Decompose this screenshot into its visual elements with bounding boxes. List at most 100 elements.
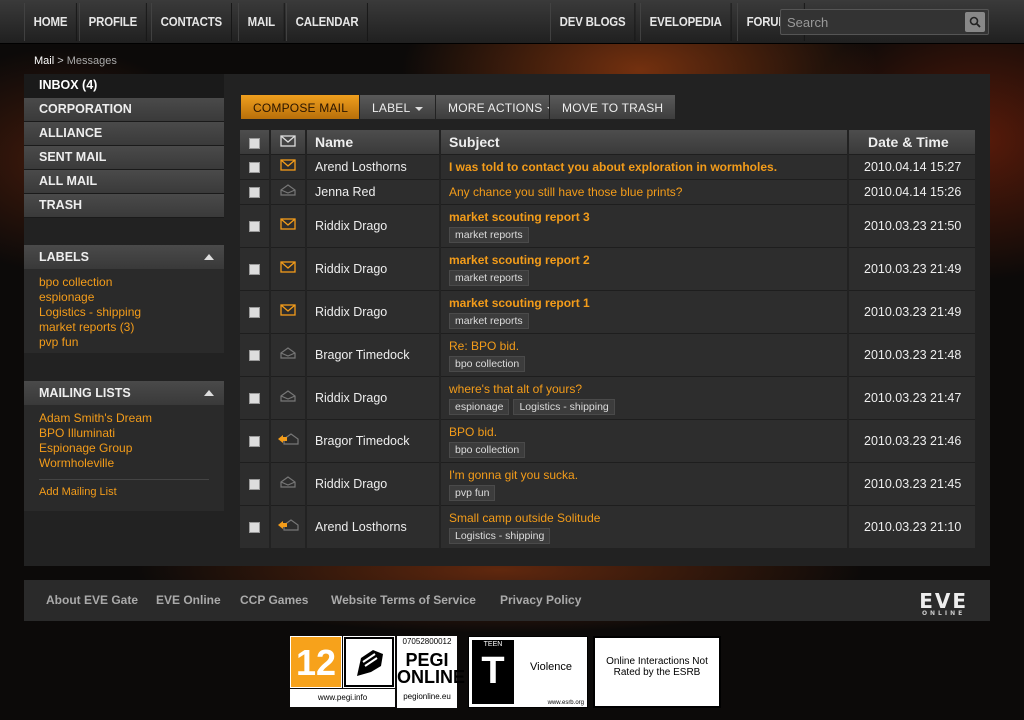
subject-link[interactable]: BPO bid.	[449, 424, 847, 440]
tag-list: bpo collection	[449, 355, 847, 372]
subject-link[interactable]: I'm gonna git you sucka.	[449, 467, 847, 483]
folder-alliance[interactable]: ALLIANCE	[24, 122, 224, 146]
label-tag[interactable]: market reports	[449, 226, 529, 243]
row-checkbox[interactable]	[249, 435, 260, 447]
more-actions-text: MORE ACTIONS	[448, 101, 543, 115]
table-row[interactable]: Riddix Drago I'm gonna git you sucka. pvp …	[240, 461, 975, 505]
compose-mail-button[interactable]: COMPOSE MAIL	[240, 94, 362, 120]
folder-inbox-4[interactable]: INBOX (4)	[24, 74, 224, 98]
nav-dev-blogs[interactable]: DEV BLOGS	[550, 3, 636, 41]
footer-link-website-terms-of-service[interactable]: Website Terms of Service	[331, 580, 476, 621]
unread-envelope-icon	[280, 304, 296, 319]
collapse-icon[interactable]	[204, 390, 214, 396]
subject-link[interactable]: market scouting report 1	[449, 295, 847, 311]
label-tag[interactable]: Logistics - shipping	[513, 398, 615, 415]
table-row[interactable]: Riddix Drago market scouting report 1 mark…	[240, 289, 975, 333]
table-row[interactable]: Riddix Drago market scouting report 2 mark…	[240, 246, 975, 290]
table-row[interactable]: Arend Losthorns Small camp outside Solitu…	[240, 504, 975, 548]
subject-cell: I was told to contact you about explorat…	[440, 153, 849, 179]
mailing-list-link-wormholeville[interactable]: Wormholeville	[24, 456, 224, 471]
sender-name: Bragor Timedock	[306, 418, 441, 462]
nav-evelopedia[interactable]: EVELOPEDIA	[639, 3, 732, 41]
label-tag[interactable]: Logistics - shipping	[449, 527, 551, 544]
breadcrumb-mail[interactable]: Mail	[34, 55, 54, 67]
nav-calendar[interactable]: CALENDAR	[285, 3, 368, 41]
tag-list: espionage Logistics - shipping	[449, 398, 847, 415]
label-tag[interactable]: market reports	[449, 312, 529, 329]
mailing-list-link-adam-smith-s-dream[interactable]: Adam Smith's Dream	[24, 411, 224, 426]
subject-link[interactable]: market scouting report 2	[449, 252, 847, 268]
date-column-header[interactable]: Date & Time	[848, 130, 975, 154]
sender-name: Riddix Drago	[306, 289, 441, 333]
row-checkbox[interactable]	[249, 186, 260, 198]
select-all-checkbox[interactable]	[249, 137, 260, 149]
table-row[interactable]: Bragor Timedock BPO bid. bpo collection 201…	[240, 418, 975, 462]
footer-link-about-eve-gate[interactable]: About EVE Gate	[46, 580, 138, 621]
nav-home[interactable]: HOME	[24, 3, 77, 41]
label-link-logistics-shipping[interactable]: Logistics - shipping	[24, 305, 224, 320]
subject-link[interactable]: Re: BPO bid.	[449, 338, 847, 354]
table-row[interactable]: Jenna Red Any chance you still have those…	[240, 178, 975, 204]
search-input[interactable]	[781, 10, 961, 34]
label-link-bpo-collection[interactable]: bpo collection	[24, 275, 224, 290]
label-tag[interactable]: market reports	[449, 269, 529, 286]
eve-online-logo[interactable]: EVE ONLINE	[919, 589, 968, 617]
folder-list: INBOX (4) CORPORATION ALLIANCE SENT MAIL ALL…	[24, 74, 224, 218]
label-tag[interactable]: bpo collection	[449, 441, 526, 458]
row-checkbox[interactable]	[249, 349, 260, 361]
table-row[interactable]: Arend Losthorns I was told to contact you…	[240, 153, 975, 179]
status-cell	[270, 289, 307, 333]
label-tag[interactable]: bpo collection	[449, 355, 526, 372]
subject-link[interactable]: market scouting report 3	[449, 209, 847, 225]
row-checkbox[interactable]	[249, 478, 260, 490]
move-to-trash-button[interactable]: MOVE TO TRASH	[549, 94, 677, 120]
label-tag[interactable]: espionage	[449, 398, 510, 415]
mailing-lists-header[interactable]: MAILING LISTS	[24, 381, 224, 405]
chevron-down-icon	[415, 106, 424, 111]
row-checkbox[interactable]	[249, 521, 260, 533]
folder-all-mail[interactable]: ALL MAIL	[24, 170, 224, 194]
footer-link-privacy-policy[interactable]: Privacy Policy	[500, 580, 581, 621]
label-link-pvp-fun[interactable]: pvp fun	[24, 335, 224, 350]
folder-sent-mail[interactable]: SENT MAIL	[24, 146, 224, 170]
label-dropdown-button[interactable]: LABEL	[359, 94, 437, 120]
add-mailing-list-link[interactable]: Add Mailing List	[39, 485, 209, 500]
label-link-espionage[interactable]: espionage	[24, 290, 224, 305]
label-tag[interactable]: pvp fun	[449, 484, 496, 501]
pegi-online-badge: 07052800012 PEGI ONLINE pegionline.eu	[397, 636, 466, 708]
row-checkbox[interactable]	[249, 306, 260, 318]
name-column-header[interactable]: Name	[306, 130, 441, 154]
subject-link[interactable]: Small camp outside Solitude	[449, 510, 847, 526]
subject-column-header[interactable]: Subject	[440, 130, 849, 154]
mailing-list-link-bpo-illuminati[interactable]: BPO Illuminati	[24, 426, 224, 441]
nav-profile[interactable]: PROFILE	[79, 3, 147, 41]
subject-link[interactable]: Any chance you still have those blue pri…	[449, 184, 847, 200]
footer-link-ccp-games[interactable]: CCP Games	[240, 580, 308, 621]
collapse-icon[interactable]	[204, 254, 214, 260]
footer-link-eve-online[interactable]: EVE Online	[156, 580, 221, 621]
pegi-online-line2: ONLINE	[397, 667, 466, 687]
row-checkbox[interactable]	[249, 161, 260, 173]
sender-name: Riddix Drago	[306, 461, 441, 505]
folder-trash[interactable]: TRASH	[24, 194, 224, 218]
table-row[interactable]: Riddix Drago where's that alt of yours? es…	[240, 375, 975, 419]
nav-contacts[interactable]: CONTACTS	[151, 3, 232, 41]
labels-header[interactable]: LABELS	[24, 245, 224, 269]
mailing-list-link-espionage-group[interactable]: Espionage Group	[24, 441, 224, 456]
search-button[interactable]	[965, 12, 985, 32]
table-row[interactable]: Riddix Drago market scouting report 3 mark…	[240, 203, 975, 247]
sender-name: Riddix Drago	[306, 203, 441, 247]
row-checkbox[interactable]	[249, 263, 260, 275]
checkbox-cell	[240, 461, 271, 505]
subject-link[interactable]: where's that alt of yours?	[449, 381, 847, 397]
subject-link[interactable]: I was told to contact you about explorat…	[449, 159, 847, 175]
row-checkbox[interactable]	[249, 392, 260, 404]
label-link-market-reports-3[interactable]: market reports (3)	[24, 320, 224, 335]
table-row[interactable]: Bragor Timedock Re: BPO bid. bpo collectio…	[240, 332, 975, 376]
row-checkbox[interactable]	[249, 220, 260, 232]
pegi-online-url: pegionline.eu	[403, 692, 451, 701]
folder-corporation[interactable]: CORPORATION	[24, 98, 224, 122]
read-envelope-icon	[280, 476, 296, 491]
checkbox-cell	[240, 504, 271, 548]
nav-mail[interactable]: MAIL	[237, 3, 285, 41]
